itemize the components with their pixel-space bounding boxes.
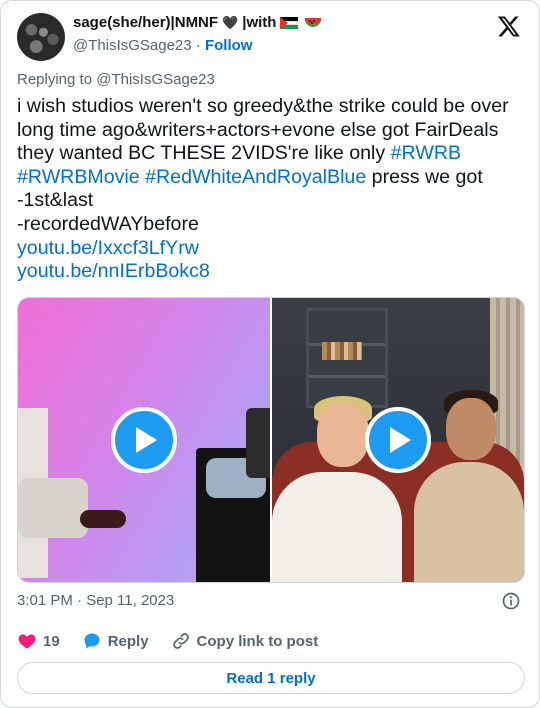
play-icon xyxy=(390,427,411,453)
media-grid xyxy=(17,297,525,583)
post-text-line: youtu.be/Ixxcf3LfYrw xyxy=(17,237,525,261)
copy-link-button[interactable]: Copy link to post xyxy=(171,631,319,651)
person-1-head xyxy=(317,403,369,467)
speech-bubble-icon xyxy=(84,633,100,649)
video-thumbnail-1[interactable] xyxy=(18,298,270,582)
person-legs-left xyxy=(18,478,88,538)
person-2-head xyxy=(446,398,496,460)
post-text-line: -recordedWAYbefore xyxy=(17,213,525,237)
text-segment: -1st&last xyxy=(17,189,94,212)
post-text-line: i wish studios weren't so greedy&the str… xyxy=(17,95,525,119)
copy-link-label: Copy link to post xyxy=(196,632,319,650)
read-replies-button[interactable]: Read 1 reply xyxy=(17,662,525,694)
author-handle[interactable]: @ThisIsGSage23 xyxy=(73,37,192,54)
like-button[interactable]: 19 xyxy=(17,631,60,651)
handle-separator: · xyxy=(195,37,201,54)
person-1-body xyxy=(272,472,402,582)
heart-icon xyxy=(18,634,36,649)
post-text: i wish studios weren't so greedy&the str… xyxy=(17,95,525,284)
info-icon[interactable] xyxy=(501,591,521,611)
post-text-line: #RWRBMovie #RedWhiteAndRoyalBlue press w… xyxy=(17,166,525,190)
person-2-body xyxy=(414,462,524,582)
reply-label: Reply xyxy=(107,632,149,650)
text-segment: i wish studios weren't so greedy&the str… xyxy=(17,95,509,117)
post-text-line: they wanted BC THESE 2VIDS're like only … xyxy=(17,142,525,166)
person-torso-right xyxy=(246,408,270,478)
post-text-line: long time ago&writers+actors+evone else … xyxy=(17,119,525,143)
text-segment: they wanted BC THESE 2VIDS're like only xyxy=(17,142,391,165)
avatar[interactable] xyxy=(17,13,65,61)
url-link[interactable]: youtu.be/Ixxcf3LfYrw xyxy=(17,237,199,259)
author-name-row[interactable]: sage(she/her)|NMNF 🖤 |with xyxy=(73,14,322,31)
author-display-name[interactable]: sage(she/her)|NMNF xyxy=(73,14,218,31)
text-segment: -recordedWAYbefore xyxy=(17,212,199,235)
post-timestamp[interactable]: 3:01 PM · Sep 11, 2023 xyxy=(17,592,174,609)
video-thumbnail-2[interactable] xyxy=(272,298,524,582)
books xyxy=(322,342,362,360)
replying-to[interactable]: Replying to @ThisIsGSage23 xyxy=(17,71,215,88)
shoe-left xyxy=(80,510,126,528)
author-name-suffix[interactable]: |with xyxy=(242,14,276,31)
hashtag-link[interactable]: #RWRB xyxy=(391,142,461,164)
play-button-2[interactable] xyxy=(365,407,431,473)
hashtag-link[interactable]: #RedWhiteAndRoyalBlue xyxy=(145,166,366,188)
play-button-1[interactable] xyxy=(111,407,177,473)
hashtag-link[interactable]: #RWRBMovie xyxy=(17,166,140,188)
palestine-flag-icon xyxy=(280,16,299,29)
post-text-line: -1st&last xyxy=(17,189,525,213)
reply-button[interactable]: Reply xyxy=(82,631,149,651)
link-icon xyxy=(172,633,189,649)
text-segment: press we got xyxy=(366,165,483,188)
black-heart-icon: 🖤 xyxy=(222,14,239,30)
action-bar: 19 Reply Copy link to post xyxy=(17,631,340,651)
like-count: 19 xyxy=(43,632,60,650)
watermelon-icon xyxy=(305,18,322,27)
author-handle-row: @ThisIsGSage23 · Follow xyxy=(73,37,252,54)
post-text-line: youtu.be/nnIErbBokc8 xyxy=(17,260,525,284)
play-icon xyxy=(136,427,157,453)
text-segment: long time ago&writers+actors+evone else … xyxy=(17,118,499,141)
url-link[interactable]: youtu.be/nnIErbBokc8 xyxy=(17,260,210,282)
follow-link[interactable]: Follow xyxy=(205,37,253,54)
x-logo-icon[interactable] xyxy=(497,14,521,38)
embedded-post-card: sage(she/her)|NMNF 🖤 |with @ThisIsGSage2… xyxy=(0,0,540,708)
